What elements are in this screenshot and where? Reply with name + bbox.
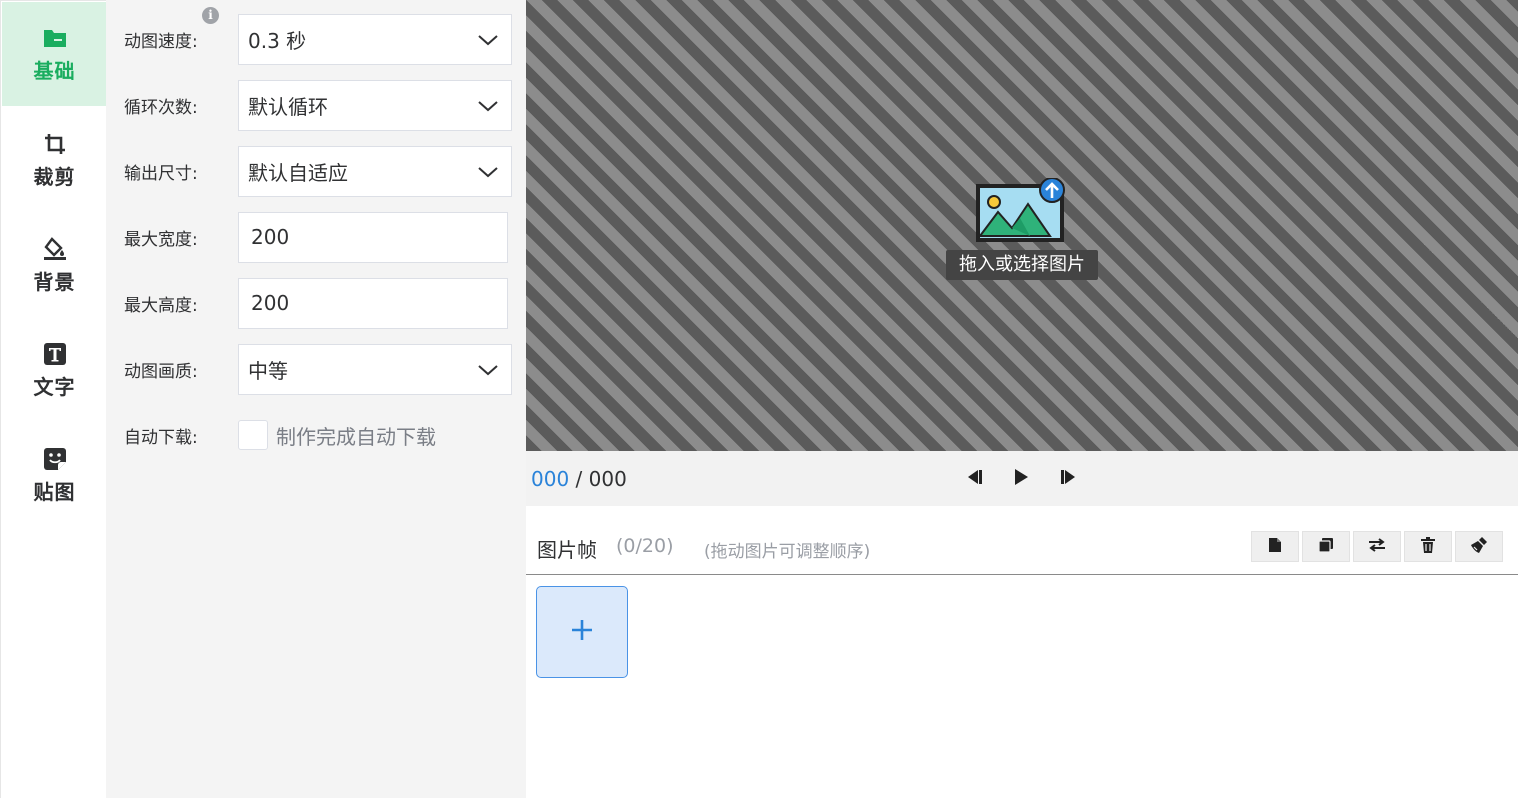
auto-download-label: 自动下载:	[124, 427, 198, 448]
playback-bar: 000 / 000	[526, 451, 1518, 506]
chevron-down-icon	[477, 159, 499, 183]
frame-counter: 000 / 000	[531, 467, 627, 491]
auto-download-row: 自动下载: 制作完成自动下载	[124, 409, 436, 461]
speed-label: 动图速度: i	[124, 6, 238, 52]
frames-header: 图片帧 (0/20) (拖动图片可调整顺序)	[526, 506, 1518, 575]
play-icon	[1013, 468, 1029, 490]
swap-frames-button[interactable]	[1353, 531, 1401, 562]
broom-icon	[1470, 536, 1488, 558]
image-upload-icon	[974, 177, 1074, 248]
step-forward-icon	[1060, 469, 1078, 489]
copy-frame-button[interactable]	[1302, 531, 1350, 562]
nav-item-label: 背景	[33, 269, 76, 294]
nav-item-crop[interactable]: 裁剪	[2, 108, 107, 212]
max-height-row: 最大高度: 200	[124, 277, 508, 329]
paint-bucket-icon	[42, 236, 68, 262]
quality-value: 中等	[248, 358, 288, 383]
max-width-row: 最大宽度: 200	[124, 211, 508, 263]
total-frames: 000	[588, 467, 627, 491]
copy-icon	[1318, 537, 1334, 557]
prev-frame-button[interactable]	[962, 467, 986, 491]
new-frame-button[interactable]	[1251, 531, 1299, 562]
settings-panel: 动图速度: i 0.3 秒 循环次数: 默认循环 输出尺寸: 默认自适应 最大宽…	[106, 0, 526, 798]
loop-select[interactable]: 默认循环	[238, 79, 512, 131]
side-nav: 基础 裁剪 背景 文字 贴图	[0, 0, 107, 798]
auto-download-checkbox[interactable]	[238, 420, 268, 450]
folder-icon	[42, 25, 68, 51]
nav-item-text[interactable]: 文字	[2, 318, 107, 422]
size-value: 默认自适应	[248, 160, 348, 185]
nav-item-label: 文字	[33, 374, 76, 399]
chevron-down-icon	[477, 27, 499, 51]
drop-hint: 拖入或选择图片	[946, 250, 1098, 280]
clear-frames-button[interactable]	[1455, 531, 1503, 562]
trash-icon	[1421, 536, 1435, 557]
quality-label: 动图画质:	[124, 361, 198, 382]
size-label: 输出尺寸:	[124, 163, 198, 184]
delete-frame-button[interactable]	[1404, 531, 1452, 562]
frames-title: 图片帧	[537, 538, 597, 562]
frames-list	[526, 575, 1518, 798]
nav-item-basic[interactable]: 基础	[2, 2, 107, 106]
nav-item-label: 基础	[33, 58, 76, 83]
size-row: 输出尺寸: 默认自适应	[124, 145, 512, 197]
loop-label: 循环次数:	[124, 97, 198, 118]
auto-download-checkbox-label[interactable]: 制作完成自动下载	[276, 421, 436, 450]
quality-select[interactable]: 中等	[238, 343, 512, 395]
nav-item-label: 裁剪	[33, 164, 76, 189]
image-drop-zone[interactable]: 拖入或选择图片	[946, 177, 1098, 280]
loop-value: 默认循环	[248, 94, 328, 119]
frames-count: (0/20)	[616, 535, 674, 557]
max-width-input[interactable]: 200	[238, 211, 508, 263]
crop-icon	[42, 131, 68, 157]
speed-select[interactable]: 0.3 秒	[238, 13, 512, 65]
max-height-label: 最大高度:	[124, 295, 198, 316]
quality-row: 动图画质: 中等	[124, 343, 512, 395]
chevron-down-icon	[477, 93, 499, 117]
loop-row: 循环次数: 默认循环	[124, 79, 512, 131]
swap-icon	[1368, 537, 1386, 556]
plus-icon	[570, 618, 594, 646]
speed-value: 0.3 秒	[248, 28, 307, 53]
sticker-icon	[42, 446, 68, 472]
nav-item-label: 贴图	[33, 479, 76, 504]
info-icon[interactable]: i	[202, 6, 219, 24]
nav-item-sticker[interactable]: 贴图	[2, 423, 107, 527]
add-frame-button[interactable]	[536, 586, 628, 678]
file-icon	[1268, 537, 1282, 557]
frames-tip: (拖动图片可调整顺序)	[704, 542, 871, 562]
max-height-input[interactable]: 200	[238, 277, 508, 329]
speed-row: 动图速度: i 0.3 秒	[124, 6, 512, 65]
size-select[interactable]: 默认自适应	[238, 145, 512, 197]
text-box-icon	[42, 341, 68, 367]
step-back-icon	[965, 469, 983, 489]
chevron-down-icon	[477, 357, 499, 381]
counter-separator: /	[575, 467, 583, 491]
max-width-label: 最大宽度:	[124, 229, 198, 250]
nav-item-background[interactable]: 背景	[2, 213, 107, 317]
play-button[interactable]	[1009, 467, 1033, 491]
next-frame-button[interactable]	[1057, 467, 1081, 491]
current-frame: 000	[531, 467, 570, 491]
